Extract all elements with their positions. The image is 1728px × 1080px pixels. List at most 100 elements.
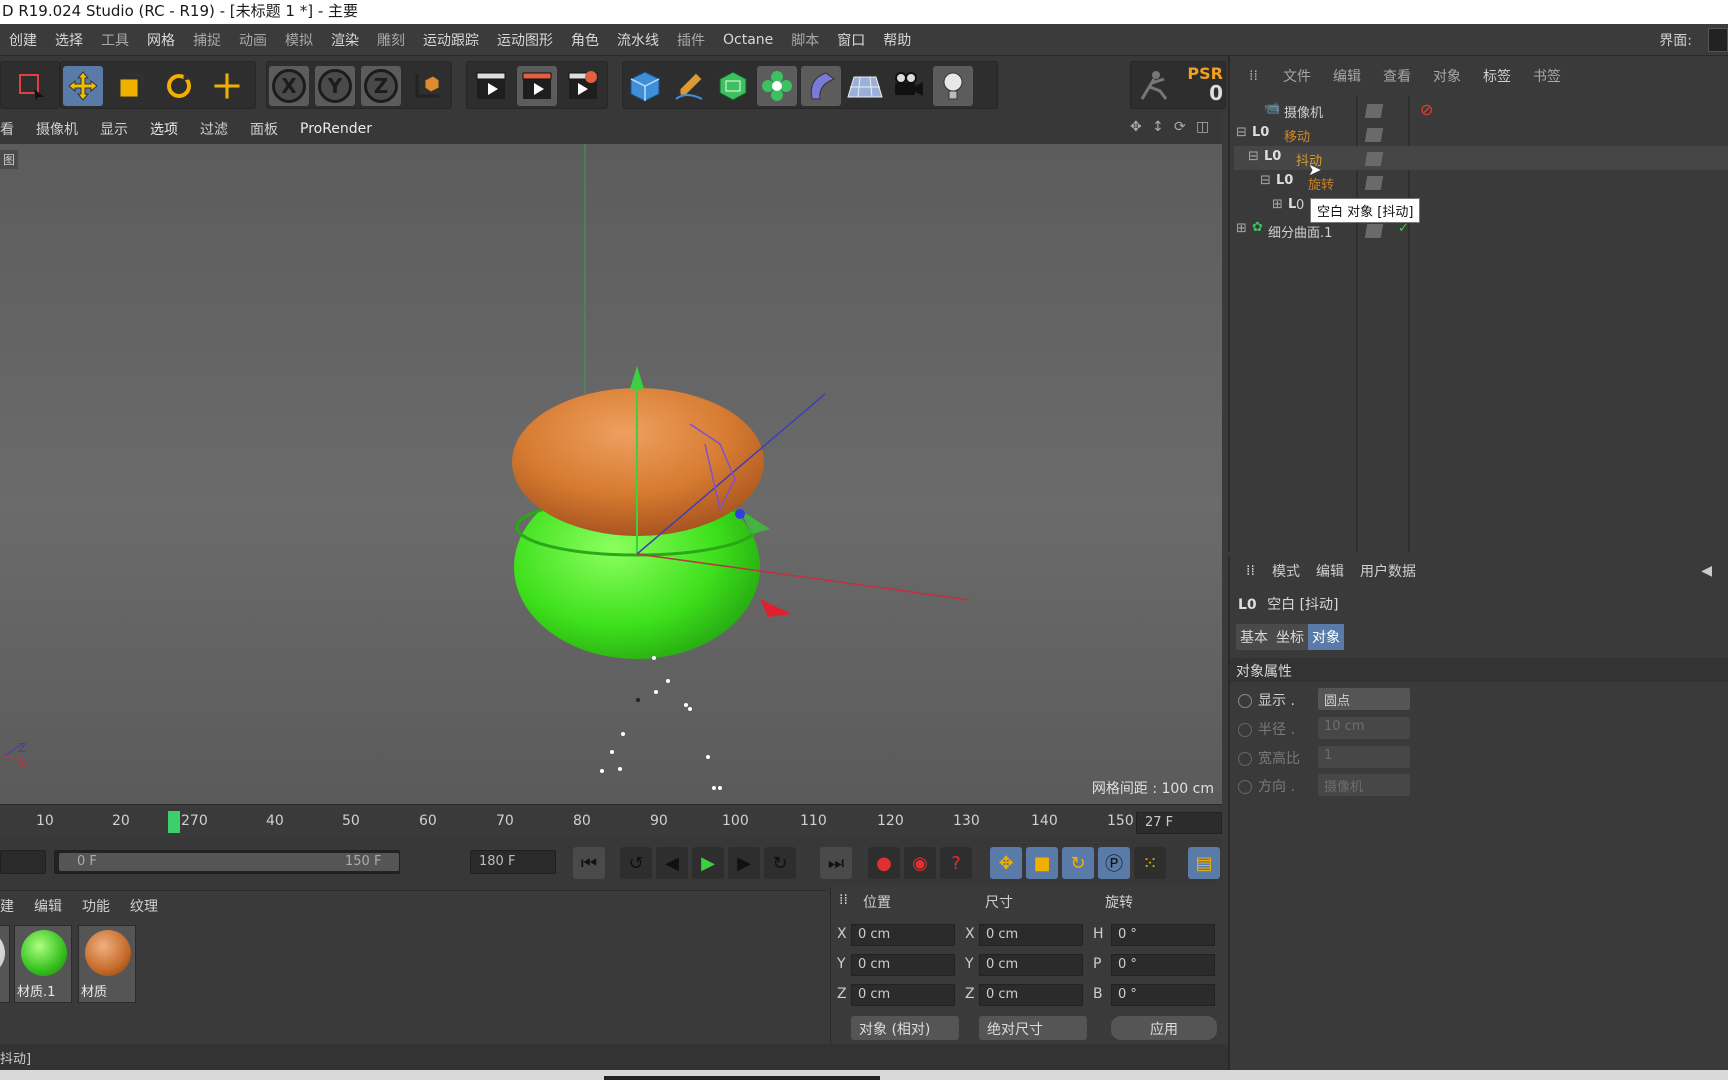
menu-tools[interactable]: 工具 [92,30,138,50]
key-position-button[interactable]: ✥ [990,847,1022,879]
menu-plugins[interactable]: 插件 [668,30,714,50]
material-swatch[interactable]: 材质.1 [14,925,72,1003]
viewport-menu-filter[interactable]: 过滤 [189,119,239,139]
render-view-button[interactable] [471,66,511,106]
position-z-field[interactable]: 0 cm [851,984,955,1006]
orbit-icon[interactable]: ⟳ [1174,119,1190,135]
camera-button[interactable] [889,66,929,106]
transform-tool-button[interactable] [207,66,247,106]
object-row-move[interactable]: ⊟ L0 移动 [1234,122,1728,146]
rotate-tool-button[interactable] [159,66,199,106]
attribute-menu-user-data[interactable]: 用户数据 [1352,561,1424,581]
psr-indicator[interactable]: PSR 0 [1181,64,1223,108]
apply-button[interactable]: 应用 [1111,1016,1217,1040]
move-tool-button[interactable] [63,66,103,106]
object-menu-edit[interactable]: 编辑 [1322,66,1372,86]
toggle-view-icon[interactable]: ◫ [1196,119,1212,135]
timeline-ruler[interactable]: 10 20 270 40 50 60 70 80 90 100 110 120 … [0,804,1222,838]
menu-mograph[interactable]: 运动图形 [488,30,562,50]
rect-select-button[interactable] [11,66,51,106]
rotation-h-field[interactable]: 0 ° [1111,924,1215,946]
coordinate-system-button[interactable] [407,66,447,106]
menu-sculpt[interactable]: 雕刻 [368,30,414,50]
menu-window[interactable]: 窗口 [828,30,874,50]
size-mode-dropdown[interactable]: 绝对尺寸 [979,1016,1087,1040]
visibility-toggle-icon[interactable] [1364,224,1384,238]
expand-collapse-icon[interactable]: ⊟ [1260,173,1271,188]
next-key-button[interactable]: ↻ [764,847,796,879]
pan-icon[interactable]: ✥ [1130,119,1146,135]
expand-collapse-icon[interactable]: ⊞ [1272,197,1283,212]
timeline-window-button[interactable]: ▤ [1188,847,1220,879]
aspect-ratio-field[interactable]: 1 [1318,746,1410,768]
tab-basic[interactable]: 基本 [1236,624,1272,650]
frame-range-slider[interactable]: 0 F 150 F [54,850,400,874]
key-scale-button[interactable]: ■ [1026,847,1058,879]
viewport-menu-options[interactable]: 选项 [139,119,189,139]
go-to-end-button[interactable]: ⏭ [820,847,852,879]
prev-frame-button[interactable]: ◀ [656,847,688,879]
back-arrow-icon[interactable]: ◀ [1693,563,1720,579]
material-swatch[interactable]: 材质 [78,925,136,1003]
menu-mesh[interactable]: 网格 [138,30,184,50]
play-button[interactable]: ▶ [692,847,724,879]
animate-radio[interactable] [1238,723,1252,737]
animate-radio[interactable] [1238,780,1252,794]
render-to-picture-viewer-button[interactable] [517,66,557,106]
position-x-field[interactable]: 0 cm [851,924,955,946]
deformer-button[interactable] [801,66,841,106]
menu-render[interactable]: 渲染 [322,30,368,50]
menu-select[interactable]: 选择 [46,30,92,50]
scale-tool-button[interactable] [111,66,151,106]
3d-viewport[interactable]: 图 Z X 网格间距: 100 cm [0,144,1222,804]
menu-help[interactable]: 帮助 [874,30,920,50]
object-row-subdivision[interactable]: ⊞ ✿ 细分曲面.1 ✓ [1234,218,1728,242]
visibility-toggle-icon[interactable] [1364,176,1384,190]
size-y-field[interactable]: 0 cm [979,954,1083,976]
radius-field[interactable]: 10 cm [1318,717,1410,739]
zoom-icon[interactable]: ↕ [1152,119,1168,135]
current-frame-field[interactable]: 27 F [1136,812,1222,834]
pen-spline-button[interactable] [669,66,709,106]
orientation-dropdown[interactable]: 摄像机 [1318,774,1410,796]
y-axis-lock-button[interactable]: Y [315,66,355,106]
autokey-button[interactable]: ◉ [904,847,936,879]
attribute-menu-mode[interactable]: 模式 [1264,561,1308,581]
next-frame-button[interactable]: ▶ [728,847,760,879]
menu-create[interactable]: 创建 [0,30,46,50]
render-settings-button[interactable] [563,66,603,106]
tab-object[interactable]: 对象 [1308,624,1344,650]
position-y-field[interactable]: 0 cm [851,954,955,976]
object-menu-file[interactable]: 文件 [1272,66,1322,86]
size-x-field[interactable]: 0 cm [979,924,1083,946]
expand-collapse-icon[interactable]: ⊞ [1236,221,1247,236]
object-row-child[interactable]: ⊞ L 0 [1234,194,1728,218]
material-menu-texture[interactable]: 纹理 [120,896,168,916]
record-active-button[interactable]: ● [868,847,900,879]
max-frame-field[interactable]: 180 F [470,850,556,874]
viewport-menu-cameras[interactable]: 摄像机 [25,119,89,139]
menu-snap[interactable]: 捕捉 [184,30,230,50]
expand-collapse-icon[interactable]: ⊟ [1236,125,1247,140]
material-menu-create[interactable]: 建 [0,896,24,916]
key-rotation-button[interactable]: ↻ [1062,847,1094,879]
menu-pipeline[interactable]: 流水线 [608,30,668,50]
rotation-b-field[interactable]: 0 ° [1111,984,1215,1006]
layout-dropdown[interactable] [1708,28,1728,52]
animate-radio[interactable] [1238,694,1252,708]
go-to-start-button[interactable]: ⏮ [573,847,605,879]
coordinate-mode-dropdown[interactable]: 对象 (相对) [851,1016,959,1040]
object-menu-bookmarks[interactable]: 书签 [1522,66,1572,86]
expand-collapse-icon[interactable]: ⊟ [1248,149,1259,164]
start-frame-field[interactable] [0,850,46,874]
visibility-toggle-icon[interactable] [1364,152,1384,166]
cloner-button[interactable] [757,66,797,106]
key-parameter-button[interactable]: Ⓟ [1098,847,1130,879]
attribute-menu-edit[interactable]: 编辑 [1308,561,1352,581]
viewport-menu-panel[interactable]: 面板 [239,119,289,139]
key-point-level-button[interactable]: ⁙ [1134,847,1166,879]
object-menu-tags[interactable]: 标签 [1472,66,1522,86]
menu-simulate[interactable]: 模拟 [276,30,322,50]
menu-octane[interactable]: Octane [714,32,782,48]
enabled-check-icon[interactable]: ✓ [1398,221,1409,236]
